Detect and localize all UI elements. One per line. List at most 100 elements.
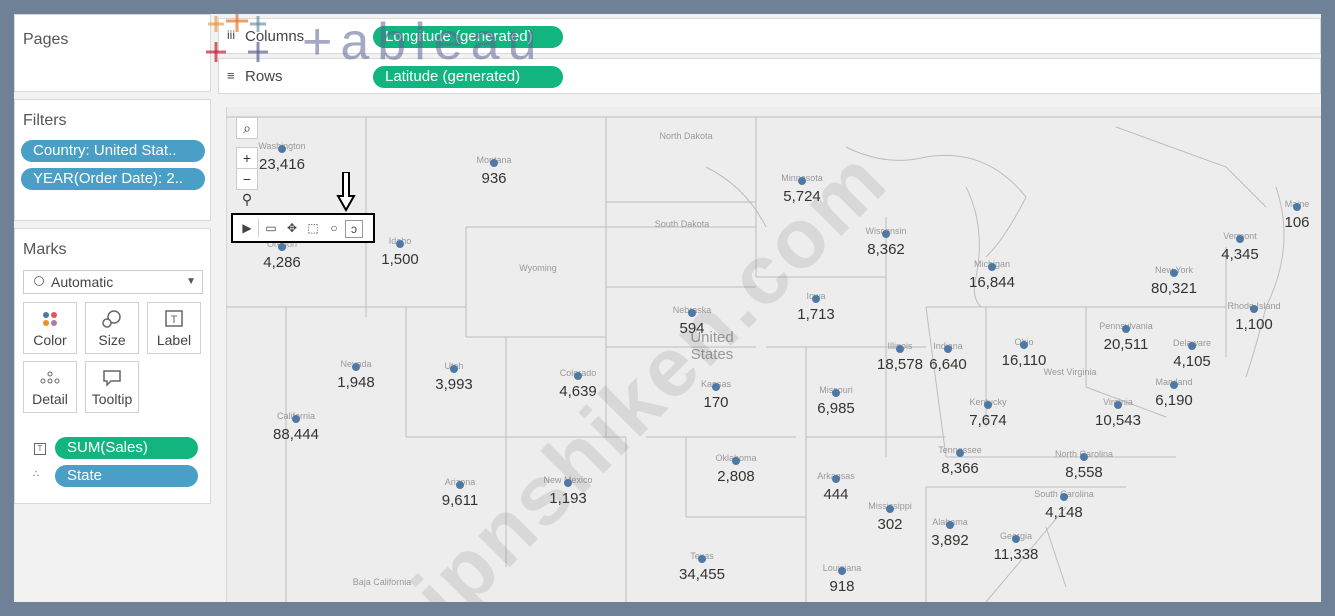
state-sales-label: 6,985 — [817, 400, 855, 417]
detail-icon — [24, 368, 76, 388]
tooltip-label: Tooltip — [91, 391, 133, 407]
state-sales-label: 4,105 — [1173, 353, 1211, 370]
state-name-label: Wyoming — [519, 263, 557, 273]
state-mark[interactable] — [732, 457, 740, 465]
state-mark[interactable] — [698, 555, 706, 563]
text-field-icon: T — [34, 443, 46, 455]
rectangle-select-icon[interactable]: ⬚ — [305, 220, 321, 236]
state-sales-label: 3,993 — [435, 376, 473, 393]
country-filter-pill[interactable]: Country: United Stat.. — [21, 140, 205, 162]
label-button[interactable]: T Label — [147, 302, 201, 354]
state-mark[interactable] — [450, 365, 458, 373]
color-button[interactable]: Color — [23, 302, 77, 354]
state-mark[interactable] — [396, 240, 404, 248]
mark-type-dropdown[interactable]: Automatic ▼ — [23, 270, 203, 294]
state-sales-label: 1,100 — [1235, 316, 1273, 333]
tooltip-icon — [86, 368, 138, 388]
state-sales-label: 302 — [877, 516, 903, 533]
state-sales-label: 444 — [823, 486, 849, 503]
sum-sales-pill[interactable]: SUM(Sales) — [55, 437, 198, 459]
state-sales-label: 106 — [1284, 214, 1310, 231]
zoom-in-button[interactable]: + — [236, 147, 258, 169]
detail-label: Detail — [32, 391, 68, 407]
state-sales-label: 1,500 — [381, 251, 419, 268]
state-mark[interactable] — [1114, 401, 1122, 409]
state-mark[interactable] — [882, 230, 890, 238]
detail-button[interactable]: Detail — [23, 361, 77, 413]
state-sales-label: 1,948 — [337, 374, 375, 391]
state-mark[interactable] — [838, 567, 846, 575]
year-filter-pill[interactable]: YEAR(Order Date): 2.. — [21, 168, 205, 190]
state-mark[interactable] — [988, 263, 996, 271]
state-mark[interactable] — [278, 243, 286, 251]
state-name-label: North Dakota — [659, 131, 713, 141]
state-mark[interactable] — [352, 363, 360, 371]
state-pill[interactable]: State — [55, 465, 198, 487]
state-mark[interactable] — [1188, 342, 1196, 350]
state-mark[interactable] — [946, 521, 954, 529]
state-mark[interactable] — [1170, 381, 1178, 389]
state-mark[interactable] — [812, 295, 820, 303]
state-sales-label: 4,148 — [1045, 504, 1083, 521]
state-sales-label: 1,713 — [797, 306, 835, 323]
state-sales-label: 4,345 — [1221, 246, 1259, 263]
pointer-arrow-icon — [336, 172, 356, 212]
state-mark[interactable] — [1080, 453, 1088, 461]
state-mark[interactable] — [292, 415, 300, 423]
zoom-out-button[interactable]: − — [236, 168, 258, 190]
size-button[interactable]: Size — [85, 302, 139, 354]
tableau-cross-icon — [206, 14, 268, 62]
filters-panel: Filters Country: United Stat.. YEAR(Orde… — [14, 99, 211, 221]
state-sales-label: 23,416 — [259, 156, 305, 173]
state-mark[interactable] — [832, 389, 840, 397]
state-sales-label: 88,444 — [273, 426, 319, 443]
state-sales-label: 8,558 — [1065, 464, 1103, 481]
pages-panel[interactable]: Pages — [14, 14, 211, 92]
state-mark[interactable] — [896, 345, 904, 353]
state-sales-label: 8,366 — [941, 460, 979, 477]
lasso-select-icon[interactable]: ↄ — [345, 220, 363, 238]
search-map-button[interactable]: ⌕ — [236, 117, 258, 139]
state-sales-label: 11,338 — [993, 546, 1039, 563]
state-mark[interactable] — [1236, 235, 1244, 243]
toolbar-divider — [258, 219, 259, 237]
state-mark[interactable] — [1122, 325, 1130, 333]
marks-panel: Marks Automatic ▼ Color Size T Label Det… — [14, 228, 211, 504]
size-icon — [86, 309, 138, 329]
state-mark[interactable] — [1170, 269, 1178, 277]
pin-map-button[interactable]: ⚲ — [236, 189, 258, 211]
state-sales-label: 80,321 — [1151, 280, 1197, 297]
state-mark[interactable] — [886, 505, 894, 513]
chevron-down-icon: ▼ — [186, 276, 196, 287]
state-mark[interactable] — [1020, 341, 1028, 349]
state-mark[interactable] — [490, 159, 498, 167]
tableau-logo: +ableau — [202, 14, 612, 82]
marks-title: Marks — [23, 241, 67, 258]
state-sales-label: 936 — [481, 170, 507, 187]
state-mark[interactable] — [574, 372, 582, 380]
annotate-icon[interactable]: ▭ — [263, 220, 279, 236]
label-label: Label — [156, 332, 192, 348]
color-label: Color — [33, 332, 67, 348]
filters-title: Filters — [23, 112, 67, 129]
state-mark[interactable] — [456, 481, 464, 489]
state-mark[interactable] — [1250, 305, 1258, 313]
pan-icon[interactable]: ✥ — [284, 220, 300, 236]
state-mark[interactable] — [278, 145, 286, 153]
state-mark[interactable] — [1293, 203, 1301, 211]
pages-title: Pages — [23, 31, 69, 48]
map-toolbar[interactable]: ▶ ▭ ✥ ⬚ ○ ↄ — [231, 213, 375, 243]
tooltip-button[interactable]: Tooltip — [85, 361, 139, 413]
map-view[interactable]: ⌕ + − ⚲ United States Washington23,416Mo… — [226, 107, 1321, 602]
state-mark[interactable] — [956, 449, 964, 457]
state-mark[interactable] — [984, 401, 992, 409]
state-name-label: South Dakota — [654, 219, 710, 229]
svg-text:T: T — [171, 314, 178, 326]
state-mark[interactable] — [944, 345, 952, 353]
state-mark[interactable] — [1060, 493, 1068, 501]
state-mark[interactable] — [1012, 535, 1020, 543]
play-icon[interactable]: ▶ — [239, 220, 255, 236]
radial-select-icon[interactable]: ○ — [326, 220, 342, 236]
state-mark[interactable] — [832, 475, 840, 483]
mark-type-value: Automatic — [51, 274, 114, 290]
